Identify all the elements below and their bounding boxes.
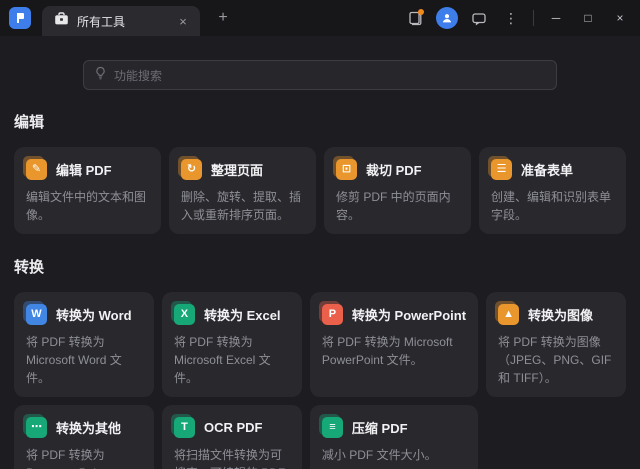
tool-description: 编辑文件中的文本和图像。 [26, 188, 149, 224]
tool-title: 转换为 Excel [204, 305, 281, 324]
titlebar: 所有工具 × + [0, 0, 640, 36]
tool-card-convert-to-powerpoint[interactable]: P 转换为 PowerPoint 将 PDF 转换为 Microsoft Pow… [310, 292, 478, 397]
tool-title: 整理页面 [211, 160, 263, 179]
maximize-button[interactable]: □ [574, 5, 602, 31]
tool-card-convert-to-excel[interactable]: X 转换为 Excel 将 PDF 转换为 Microsoft Excel 文件… [162, 292, 302, 397]
more-menu-icon[interactable]: ⋮ [497, 5, 525, 31]
tool-card-ocr-pdf[interactable]: T OCR PDF 将扫描文件转换为可搜索、可编辑的 PDF 文件。 [162, 405, 302, 469]
convert-to-excel-icon: X [174, 304, 195, 325]
compress-pdf-icon: ≡ [322, 417, 343, 438]
convert-to-word-icon: W [26, 304, 47, 325]
tool-description: 将 PDF 转换为 Pages、ePub 、HTML、RTF 和文本文件。 [26, 446, 142, 469]
whats-new-icon[interactable] [401, 5, 429, 31]
new-tab-button[interactable]: + [210, 5, 236, 31]
prepare-form-icon: ☰ [491, 159, 512, 180]
tool-title: 压缩 PDF [352, 418, 408, 437]
notification-dot [418, 9, 424, 15]
convert-tools-grid: W 转换为 Word 将 PDF 转换为 Microsoft Word 文件。 … [14, 292, 626, 469]
tool-title: 裁切 PDF [366, 160, 422, 179]
all-tools-page: 功能搜索 编辑 ✎ 编辑 PDF 编辑文件中的文本和图像。 ↻ 整理页面 删除、… [0, 60, 640, 469]
tool-description: 创建、编辑和识别表单字段。 [491, 188, 614, 224]
search-input[interactable]: 功能搜索 [83, 60, 557, 90]
tool-title: OCR PDF [204, 420, 263, 435]
close-button[interactable]: × [606, 5, 634, 31]
tool-description: 将 PDF 转换为图像（JPEG、PNG、GIF 和 TIFF）。 [498, 333, 614, 387]
search-placeholder: 功能搜索 [114, 67, 162, 84]
tab-label: 所有工具 [77, 13, 166, 30]
tool-description: 将 PDF 转换为 Microsoft Word 文件。 [26, 333, 142, 387]
tool-title: 准备表单 [521, 160, 573, 179]
tool-card-prepare-form[interactable]: ☰ 准备表单 创建、编辑和识别表单字段。 [479, 147, 626, 234]
app-window: 所有工具 × + [0, 0, 640, 469]
tool-card-edit-pdf[interactable]: ✎ 编辑 PDF 编辑文件中的文本和图像。 [14, 147, 161, 234]
tool-card-compress-pdf[interactable]: ≡ 压缩 PDF 减小 PDF 文件大小。 [310, 405, 478, 469]
tool-description: 将扫描文件转换为可搜索、可编辑的 PDF 文件。 [174, 446, 290, 469]
edit-tools-grid: ✎ 编辑 PDF 编辑文件中的文本和图像。 ↻ 整理页面 删除、旋转、提取、插入… [14, 147, 626, 234]
tool-description: 减小 PDF 文件大小。 [322, 446, 466, 464]
tool-card-organize-pages[interactable]: ↻ 整理页面 删除、旋转、提取、插入或重新排序页面。 [169, 147, 316, 234]
tool-description: 将 PDF 转换为 Microsoft PowerPoint 文件。 [322, 333, 466, 369]
user-avatar-icon [436, 7, 458, 29]
tool-title: 转换为其他 [56, 418, 121, 437]
section-title-convert: 转换 [14, 256, 626, 277]
tool-title: 编辑 PDF [56, 160, 112, 179]
toolbox-icon [54, 12, 69, 31]
tool-description: 将 PDF 转换为 Microsoft Excel 文件。 [174, 333, 290, 387]
tool-title: 转换为 Word [56, 305, 132, 324]
tool-description: 修剪 PDF 中的页面内容。 [336, 188, 459, 224]
tool-card-convert-to-word[interactable]: W 转换为 Word 将 PDF 转换为 Microsoft Word 文件。 [14, 292, 154, 397]
tool-card-convert-to-other[interactable]: ⋯ 转换为其他 将 PDF 转换为 Pages、ePub 、HTML、RTF 和… [14, 405, 154, 469]
titlebar-actions: ⋮ ─ □ × [401, 5, 640, 31]
tool-card-convert-to-image[interactable]: ▲ 转换为图像 将 PDF 转换为图像（JPEG、PNG、GIF 和 TIFF）… [486, 292, 626, 397]
account-avatar[interactable] [433, 5, 461, 31]
tool-title: 转换为图像 [528, 305, 593, 324]
edit-pdf-icon: ✎ [26, 159, 47, 180]
convert-to-image-icon: ▲ [498, 304, 519, 325]
ocr-pdf-icon: T [174, 417, 195, 438]
convert-to-powerpoint-icon: P [322, 304, 343, 325]
tool-description: 删除、旋转、提取、插入或重新排序页面。 [181, 188, 304, 224]
app-logo-icon [9, 7, 31, 29]
feedback-icon[interactable] [465, 5, 493, 31]
convert-to-other-icon: ⋯ [26, 417, 47, 438]
crop-pdf-icon: ⊡ [336, 159, 357, 180]
tab-all-tools[interactable]: 所有工具 × [42, 6, 200, 36]
tool-card-crop-pdf[interactable]: ⊡ 裁切 PDF 修剪 PDF 中的页面内容。 [324, 147, 471, 234]
organize-pages-icon: ↻ [181, 159, 202, 180]
minimize-button[interactable]: ─ [542, 5, 570, 31]
bulb-icon [94, 66, 107, 85]
tool-title: 转换为 PowerPoint [352, 305, 466, 324]
tab-close-icon[interactable]: × [174, 12, 192, 30]
titlebar-separator [533, 10, 534, 26]
section-title-edit: 编辑 [14, 111, 626, 132]
